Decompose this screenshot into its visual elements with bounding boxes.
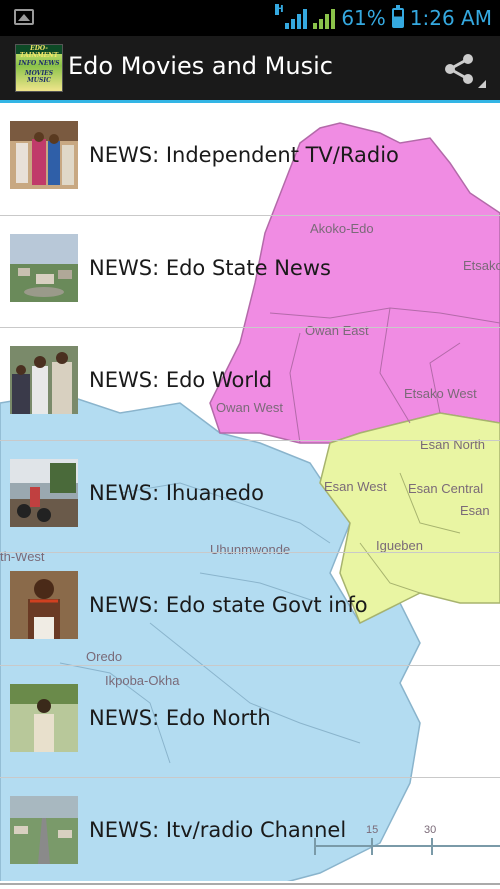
traditional-chief-photo [10,571,78,639]
list-item[interactable]: NEWS: Edo State News [0,216,500,328]
content-area: Akoko-Edo Etsako Owan East Etsako West O… [0,103,500,889]
man-in-field-photo [10,683,78,752]
battery-percent: 61% [341,6,386,30]
list-item[interactable]: NEWS: Edo World [0,328,500,441]
picture-notification-icon [14,9,34,25]
road-aerial-photo [10,796,78,864]
overflow-indicator [478,80,486,88]
list-item-label: NEWS: Edo State News [89,255,331,280]
list-item-label: NEWS: Independent TV/Radio [89,143,399,167]
news-list: NEWS: Independent TV/Radio NEWS: Edo Sta… [0,103,500,889]
logo-text-line-2: INFO NEWS [18,60,60,67]
list-item-label: NEWS: Itv/radio Channel [89,818,347,842]
dignitaries-photo [10,121,78,189]
street-motorcycles-photo [10,458,78,527]
signal-strength-icon [313,7,336,29]
city-aerial-photo [10,233,78,302]
list-item[interactable]: NEWS: Edo state Govt info [0,553,500,666]
bottom-divider [0,881,500,889]
list-item[interactable]: NEWS: Edo North [0,666,500,778]
status-bar: H 61% 1:26 AM [0,0,500,36]
clock: 1:26 AM [409,6,492,30]
app-title: Edo Movies and Music [68,52,333,80]
logo-text-line-3: MOVIES MUSIC [24,70,54,84]
mobile-signal-icon: H [275,4,308,29]
list-item[interactable]: NEWS: Ihuanedo [0,441,500,553]
share-icon[interactable] [440,49,480,89]
list-item-label: NEWS: Edo North [89,705,271,730]
battery-icon [391,5,404,28]
list-item[interactable]: NEWS: Independent TV/Radio [0,103,500,216]
list-item-label: NEWS: Edo World [89,368,273,392]
app-logo[interactable]: EDO-TAINMENT INFO NEWS MOVIES MUSIC [15,44,63,92]
list-item[interactable]: NEWS: Itv/radio Channel [0,778,500,889]
group-people-photo [10,346,78,414]
list-item-label: NEWS: Ihuanedo [89,480,264,505]
logo-text-line-1: EDO-TAINMENT [19,45,59,59]
list-item-label: NEWS: Edo state Govt info [89,593,368,617]
